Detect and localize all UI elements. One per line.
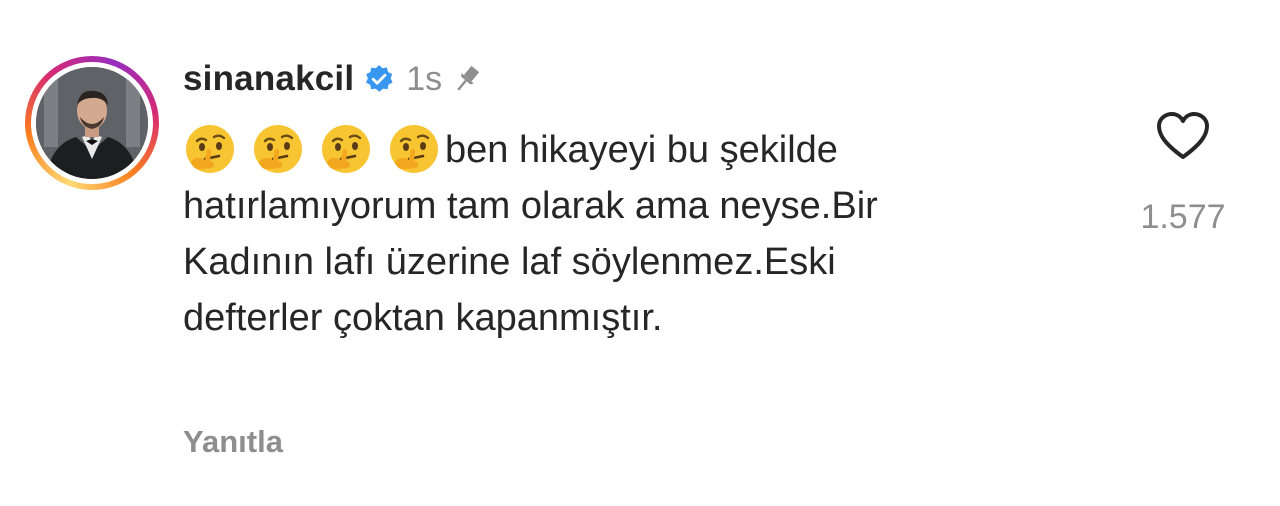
verified-badge-icon bbox=[366, 65, 393, 92]
person-silhouette-icon bbox=[36, 67, 148, 179]
avatar[interactable] bbox=[25, 56, 159, 190]
pin-icon bbox=[457, 66, 479, 91]
avatar-photo bbox=[36, 67, 148, 179]
timestamp: 1s bbox=[406, 59, 443, 98]
thinking-face-emoji bbox=[390, 125, 438, 173]
like-block: 1.577 bbox=[1128, 110, 1238, 237]
username[interactable]: sinanakcil bbox=[183, 59, 354, 99]
heart-icon[interactable] bbox=[1155, 110, 1211, 162]
thinking-face-emoji bbox=[254, 125, 302, 173]
like-count: 1.577 bbox=[1140, 198, 1226, 236]
comment-text: ben hikayeyi bu şekilde hatırlamıyorum t… bbox=[183, 122, 1103, 346]
comment-header: sinanakcil 1s bbox=[183, 52, 484, 106]
comment-line-2: hatırlamıyorum tam olarak ama neyse.Bir bbox=[183, 185, 878, 227]
comment-line-1: ben hikayeyi bu şekilde bbox=[445, 129, 838, 171]
thinking-face-emoji bbox=[186, 125, 234, 173]
reply-button[interactable]: Yanıtla bbox=[183, 424, 283, 460]
emoji-group bbox=[183, 125, 445, 173]
thinking-face-emoji bbox=[322, 125, 370, 173]
comment-line-4: defterler çoktan kapanmıştır. bbox=[183, 297, 663, 339]
comment-line-3: Kadının lafı üzerine laf söylenmez.Eski bbox=[183, 241, 836, 283]
